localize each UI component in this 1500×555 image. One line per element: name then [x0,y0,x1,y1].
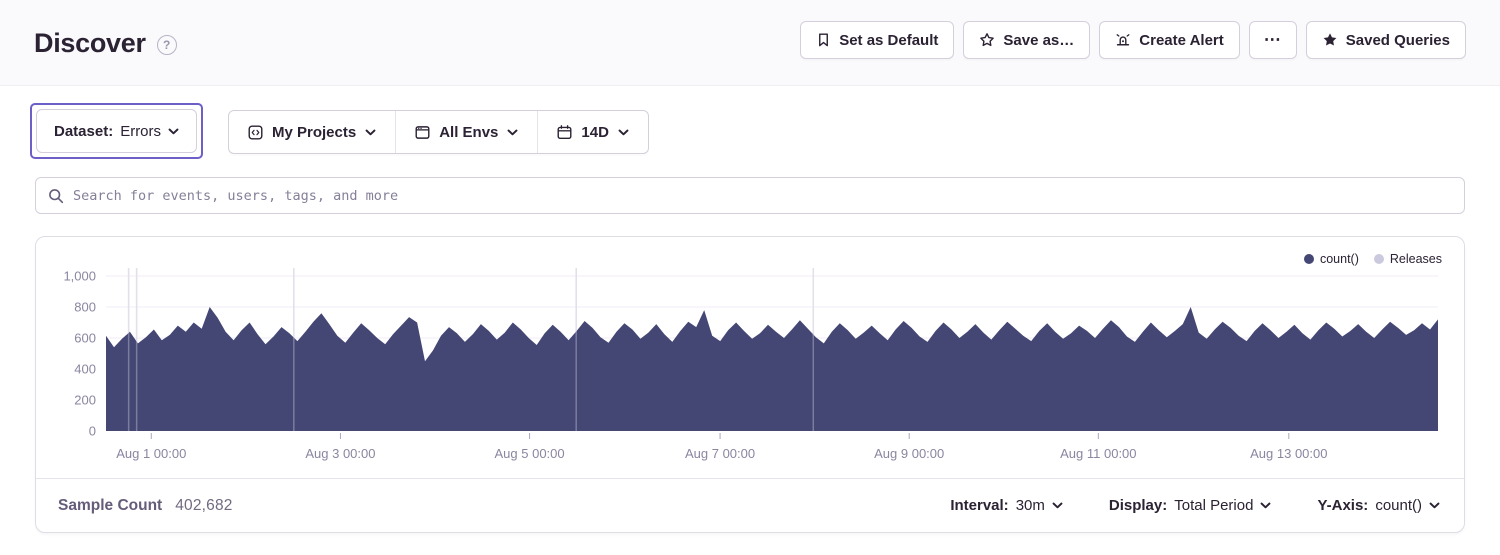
dataset-highlight-outline: Dataset: Errors [30,103,203,159]
projects-filter-dropdown[interactable]: My Projects [229,111,395,153]
chevron-down-icon [365,129,376,136]
page-title: Discover [34,28,146,59]
sample-count-value: 402,682 [175,497,232,515]
display-dropdown[interactable]: Display: Total Period [1109,497,1272,514]
svg-text:Aug 13 00:00: Aug 13 00:00 [1250,446,1327,461]
count-series-dot [1304,254,1314,264]
save-as-button[interactable]: Save as… [963,21,1090,59]
environment-filter-dropdown[interactable]: All Envs [396,111,537,153]
chart-legend: count() Releases [1304,252,1442,266]
svg-text:Aug 5 00:00: Aug 5 00:00 [495,446,565,461]
calendar-icon [557,125,572,140]
sample-count: Sample Count 402,682 [58,497,233,515]
help-icon[interactable]: ? [157,35,177,55]
svg-text:400: 400 [74,362,96,377]
chevron-down-icon [507,129,518,136]
search-icon [48,188,64,204]
siren-icon [1115,32,1131,48]
svg-text:Aug 1 00:00: Aug 1 00:00 [116,446,186,461]
interval-dropdown[interactable]: Interval: 30m [950,497,1063,514]
window-icon [415,125,430,140]
chart-svg: 0 200 400 600 800 1,000 Aug 1 00:00 Aug 3 00:00… [36,237,1464,479]
dataset-dropdown[interactable]: Dataset: Errors [36,109,197,153]
page-filter-bar: My Projects All Envs 14D [228,110,649,154]
svg-text:0: 0 [89,424,96,439]
page-header: Discover ? Set as Default Save as… [0,0,1500,86]
chevron-down-icon [1429,502,1440,509]
ellipsis-icon: ⋯ [1264,30,1282,50]
releases-series-dot [1374,254,1384,264]
discover-page: Discover ? Set as Default Save as… [0,0,1500,555]
date-range-dropdown[interactable]: 14D [538,111,648,153]
events-chart-panel: 0 200 400 600 800 1,000 Aug 1 00:00 Aug 3 00:00… [35,236,1465,533]
svg-text:Aug 9 00:00: Aug 9 00:00 [874,446,944,461]
legend-item[interactable]: Releases [1374,252,1442,266]
star-outline-icon [979,32,995,48]
create-alert-button[interactable]: Create Alert [1099,21,1239,59]
chevron-down-icon [1052,502,1063,509]
saved-queries-button[interactable]: Saved Queries [1306,21,1466,59]
yaxis-dropdown[interactable]: Y-Axis: count() [1317,497,1440,514]
chart-footer: Sample Count 402,682 Interval: 30m Displ… [36,478,1464,532]
svg-text:Aug 11 00:00: Aug 11 00:00 [1060,446,1136,461]
legend-item[interactable]: count() [1304,252,1359,266]
svg-text:Aug 7 00:00: Aug 7 00:00 [685,446,755,461]
svg-text:200: 200 [74,393,96,408]
search-bar [35,177,1465,214]
more-options-button[interactable]: ⋯ [1249,21,1297,59]
svg-text:600: 600 [74,331,96,346]
bookmark-icon [816,32,831,48]
dataset-value: Errors [120,123,161,140]
header-actions: Set as Default Save as… Create Alert [800,21,1466,59]
chart-area[interactable]: 0 200 400 600 800 1,000 Aug 1 00:00 Aug 3 00:00… [36,237,1464,479]
set-as-default-button[interactable]: Set as Default [800,21,954,59]
search-input[interactable] [73,188,1452,204]
svg-text:800: 800 [74,300,96,315]
projects-icon [248,125,263,140]
chevron-down-icon [618,129,629,136]
svg-text:Aug 3 00:00: Aug 3 00:00 [305,446,375,461]
chevron-down-icon [1260,502,1271,509]
svg-text:1,000: 1,000 [63,269,96,284]
chart-controls: Interval: 30m Display: Total Period Y-Ax… [950,497,1440,514]
star-filled-icon [1322,32,1338,48]
chevron-down-icon [168,128,179,135]
